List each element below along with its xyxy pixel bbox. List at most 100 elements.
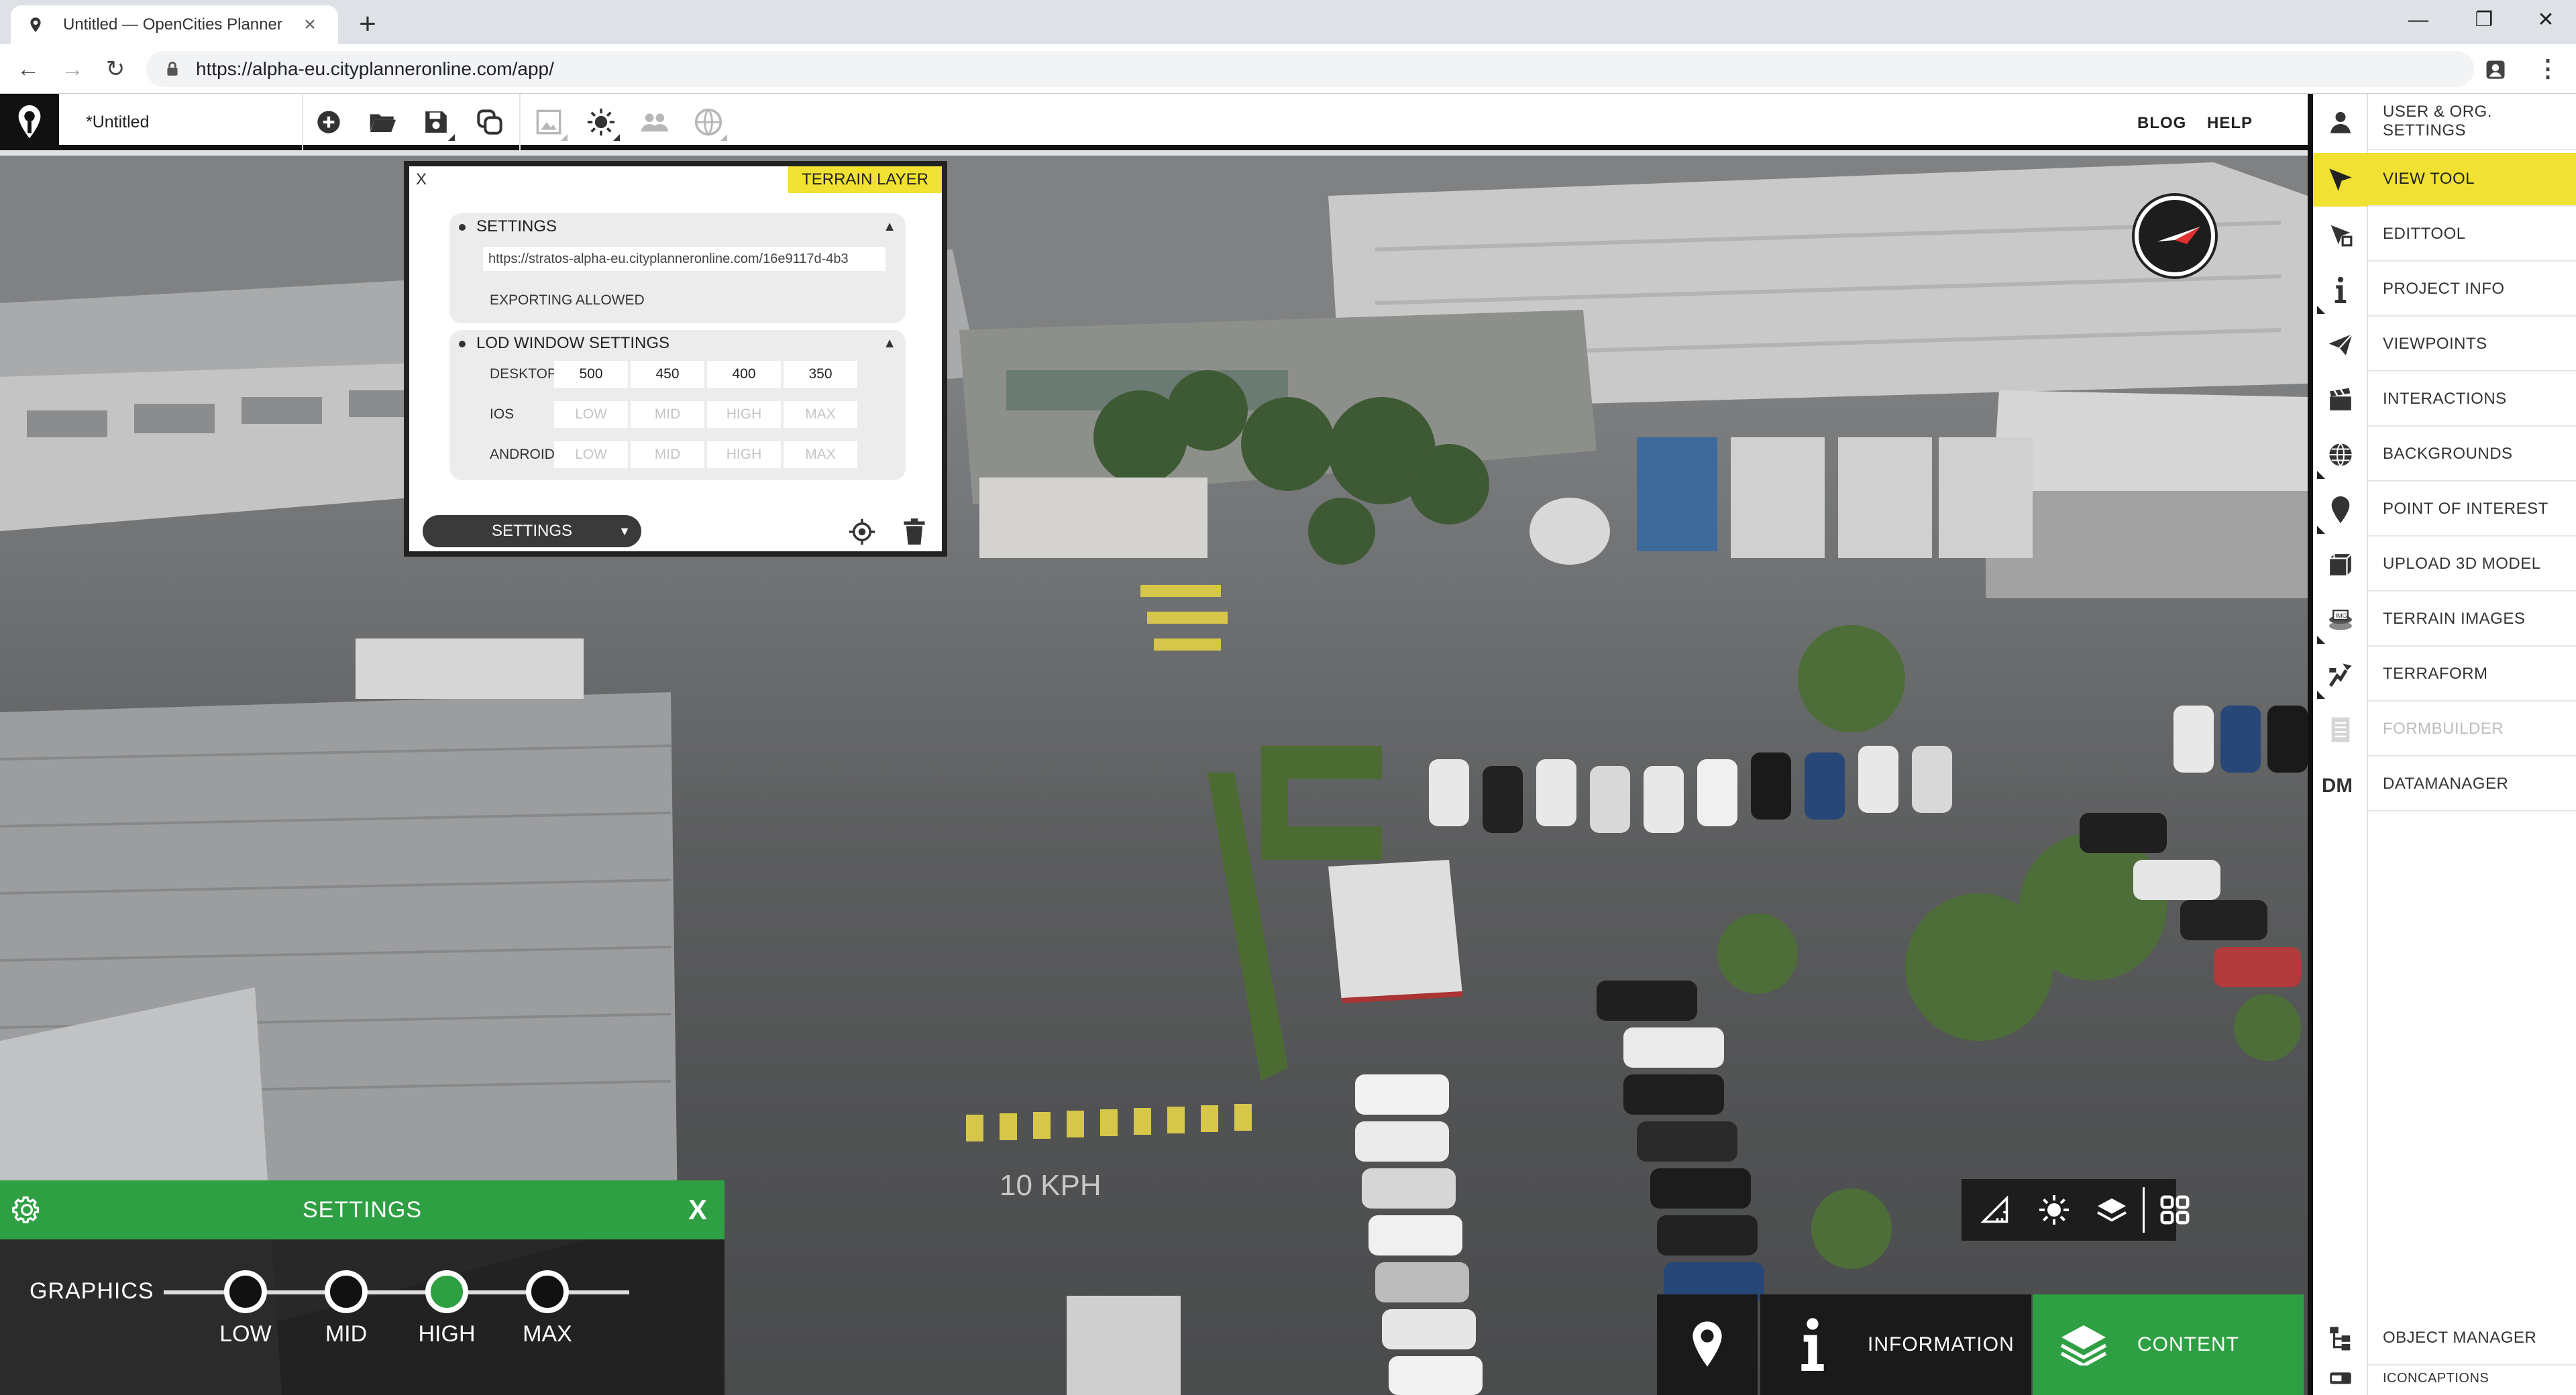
tab-title: Untitled — OpenCities Planner (63, 15, 282, 34)
lod-input[interactable]: HIGH (707, 401, 781, 428)
right-tool-panel: USER & ORG. SETTINGS VIEW TOOL EDITTOOL … (2308, 94, 2576, 1395)
compare-icon[interactable] (533, 106, 568, 141)
iconcaptions-label: ICONCAPTIONS (2383, 1370, 2489, 1386)
info-icon (1801, 1318, 1824, 1371)
tool-datamanager[interactable]: DM DATAMANAGER (2313, 758, 2576, 812)
lod-input[interactable]: 450 (631, 361, 704, 388)
window-close-icon[interactable]: ✕ (2516, 4, 2576, 36)
tool-terrain-images[interactable]: IMG TERRAIN IMAGES (2313, 593, 2576, 647)
object-manager-item[interactable]: OBJECT MANAGER (2313, 1312, 2576, 1365)
tool-backgrounds[interactable]: BACKGROUNDS (2313, 428, 2576, 482)
lod-input[interactable]: LOW (554, 401, 628, 428)
tool-label: BACKGROUNDS (2368, 428, 2576, 482)
tool-project-info[interactable]: PROJECT INFO (2313, 263, 2576, 317)
lod-input[interactable]: MAX (784, 441, 857, 468)
duplicate-icon[interactable] (474, 106, 506, 138)
section-header[interactable]: SETTINGS ▲ (449, 213, 906, 240)
lod-section: LOD WINDOW SETTINGS ▲ DESKTOP 500 450 40… (449, 330, 906, 480)
svg-text:IMG: IMG (2335, 612, 2347, 619)
tool-point-of-interest[interactable]: POINT OF INTEREST (2313, 483, 2576, 537)
sun-icon[interactable] (585, 106, 620, 141)
captions-toggle-icon (2313, 1361, 2368, 1395)
exporting-allowed-label[interactable]: EXPORTING ALLOWED (490, 292, 645, 309)
tool-edittool[interactable]: EDITTOOL (2313, 208, 2576, 262)
restore-icon[interactable]: ❐ (2454, 4, 2514, 36)
tool-view-tool[interactable]: VIEW TOOL (2313, 153, 2576, 207)
terrain-url-field[interactable]: https://stratos-alpha-eu.cityplanneronli… (483, 247, 885, 271)
browser-menu-icon[interactable]: ⋮ (2534, 54, 2561, 83)
settings-dropdown[interactable]: SETTINGS ▼ (423, 515, 641, 547)
dropdown-value: SETTINGS (491, 522, 572, 540)
lod-input[interactable]: MAX (784, 401, 857, 428)
layers-icon[interactable] (2093, 1191, 2131, 1229)
content-button[interactable]: CONTENT (2033, 1294, 2304, 1395)
terrain-layer-dialog: X TERRAIN LAYER SETTINGS ▲ https://strat… (404, 161, 947, 557)
profile-icon[interactable] (2483, 58, 2508, 82)
quality-option-max[interactable] (526, 1270, 569, 1313)
lod-input[interactable]: 400 (707, 361, 781, 388)
help-link[interactable]: HELP (2207, 114, 2253, 133)
bottom-logo-button[interactable] (1657, 1294, 1758, 1395)
tool-upload-3d-model[interactable]: UPLOAD 3D MODEL (2313, 538, 2576, 592)
terraform-icon (2313, 648, 2368, 702)
tool-interactions[interactable]: INTERACTIONS (2313, 373, 2576, 427)
tool-formbuilder[interactable]: FORMBUILDER (2313, 703, 2576, 757)
lod-row-android: ANDROID LOW MID HIGH MAX (490, 440, 906, 469)
lod-input[interactable]: MID (631, 401, 704, 428)
tool-viewpoints[interactable]: VIEWPOINTS (2313, 318, 2576, 372)
lod-row-label: DESKTOP (490, 366, 557, 382)
lod-input[interactable]: LOW (554, 441, 628, 468)
collapse-caret-icon[interactable]: ▲ (883, 330, 896, 357)
blog-link[interactable]: BLOG (2137, 114, 2186, 133)
dialog-footer: SETTINGS ▼ (409, 502, 942, 558)
road-speed-text: 10 KPH (1000, 1169, 1102, 1202)
save-icon[interactable] (420, 106, 455, 141)
tab-close-icon[interactable]: × (298, 13, 322, 36)
terrain-layer-tag: TERRAIN LAYER (788, 166, 942, 193)
graphics-panel-header: SETTINGS X (0, 1180, 724, 1239)
lod-input[interactable]: 500 (554, 361, 628, 388)
globe-settings-icon[interactable] (692, 106, 727, 141)
quality-option-mid[interactable] (325, 1270, 368, 1313)
back-icon[interactable]: ← (12, 54, 44, 86)
lod-input[interactable]: HIGH (707, 441, 781, 468)
tool-label: DATAMANAGER (2368, 758, 2576, 812)
forward-icon[interactable]: → (56, 54, 89, 86)
user-org-settings-label: USER & ORG. SETTINGS (2368, 94, 2576, 150)
users-icon[interactable] (639, 106, 671, 138)
graphics-panel-close-button[interactable]: X (688, 1180, 707, 1239)
compass-icon[interactable] (2135, 196, 2215, 276)
trash-icon[interactable] (902, 518, 927, 546)
tool-label: EDITTOOL (2368, 208, 2576, 262)
minimize-icon[interactable]: — (2388, 4, 2449, 36)
quality-option-low[interactable] (224, 1270, 267, 1313)
map-pin-icon (2313, 483, 2368, 537)
iconcaptions-item[interactable]: ICONCAPTIONS (2313, 1361, 2576, 1395)
quality-option-high[interactable] (425, 1270, 468, 1313)
clapperboard-icon (2313, 373, 2368, 427)
layers-stack-icon (2060, 1325, 2107, 1365)
tool-label: POINT OF INTEREST (2368, 483, 2576, 537)
browser-tab[interactable]: Untitled — OpenCities Planner × (11, 5, 338, 44)
lod-input[interactable]: 350 (784, 361, 857, 388)
dialog-close-button[interactable]: X (416, 170, 427, 189)
omnibox[interactable]: https://alpha-eu.cityplanneronline.com/a… (146, 51, 2474, 87)
tool-label: TERRAIN IMAGES (2368, 593, 2576, 647)
open-folder-icon[interactable] (366, 106, 398, 138)
section-header[interactable]: LOD WINDOW SETTINGS ▲ (449, 330, 906, 357)
tool-terraform[interactable]: TERRAFORM (2313, 648, 2576, 702)
app-logo-icon[interactable] (0, 94, 59, 150)
information-button[interactable]: INFORMATION (1760, 1294, 2031, 1395)
cursor-arrow-icon (2313, 153, 2368, 207)
locate-target-icon[interactable] (848, 518, 876, 546)
grid-menu-icon[interactable] (2156, 1191, 2194, 1229)
reload-icon[interactable]: ↻ (99, 54, 131, 86)
collapse-caret-icon[interactable]: ▲ (883, 213, 896, 240)
user-org-settings-item[interactable]: USER & ORG. SETTINGS (2313, 94, 2576, 150)
measure-icon[interactable] (1976, 1191, 2014, 1229)
sun-light-icon[interactable] (2035, 1191, 2073, 1229)
lod-input[interactable]: MID (631, 441, 704, 468)
new-tab-icon[interactable]: + (349, 7, 386, 44)
quality-label: MID (325, 1321, 368, 1347)
new-project-icon[interactable] (313, 106, 345, 138)
